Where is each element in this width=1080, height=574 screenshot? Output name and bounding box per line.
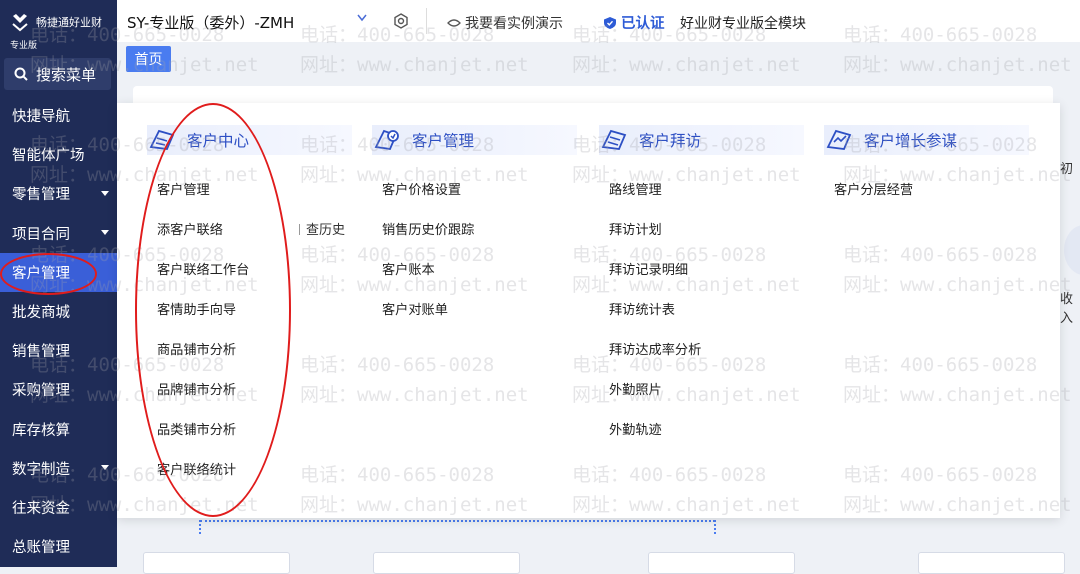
chevron-down-icon[interactable]: [357, 14, 367, 22]
shield-icon: [604, 16, 616, 29]
flow-node: [373, 552, 520, 574]
menu-item[interactable]: 拜访达成率分析: [609, 339, 701, 358]
caret-down-icon: [101, 190, 109, 196]
brand-name: 畅捷通好业财: [36, 16, 102, 29]
sidebar-item-label: 项目合同: [12, 226, 70, 243]
flow-connector: [199, 520, 201, 534]
sidebar-item[interactable]: 销售管理: [0, 331, 117, 370]
sidebar-item-label: 快捷导航: [12, 109, 70, 126]
caret-down-icon: [101, 465, 109, 471]
history-label: 查历史: [299, 219, 345, 238]
flow-node: [648, 552, 795, 574]
sidebar-item[interactable]: 总账管理: [0, 527, 117, 566]
watermark-site: 网址：www.chanjet.net: [843, 54, 1072, 76]
menu-item[interactable]: 外勤轨迹: [609, 419, 662, 438]
sidebar-item-label: 总账管理: [12, 540, 70, 557]
brand-logo-icon: [12, 14, 28, 32]
menu-item[interactable]: 客户联络统计: [157, 459, 236, 478]
column-header: 客户增长参谋: [824, 125, 1029, 155]
gear-icon[interactable]: [393, 13, 409, 29]
certified-label: 已认证: [621, 16, 665, 32]
column-title: 客户管理: [412, 132, 475, 150]
menu-item[interactable]: 添客户联络: [157, 219, 223, 238]
tab-home[interactable]: 首页: [126, 46, 171, 72]
customer-visit-icon: [601, 129, 627, 150]
flow-connector: [714, 520, 716, 534]
brand: 畅捷通好业财 专业版: [0, 0, 117, 55]
column-title: 客户中心: [187, 132, 250, 150]
column-title: 客户拜访: [639, 132, 702, 150]
menu-item[interactable]: 品类铺市分析: [157, 419, 236, 438]
sidebar-item[interactable]: 客户管理: [0, 252, 117, 292]
menu-item[interactable]: 客户账本: [382, 259, 435, 278]
flow-node: [918, 552, 1065, 574]
sidebar-item[interactable]: 智能体广场: [0, 135, 117, 174]
menu-item[interactable]: 客户价格设置: [382, 179, 461, 198]
menu-item[interactable]: 拜访计划: [609, 219, 662, 238]
flow-connector: [200, 520, 715, 522]
menu-item[interactable]: 客户分层经营: [834, 179, 913, 198]
top-bar: SY-专业版（委外）-ZMH 我要看实例演示 已认证 好业财专业版全模块: [117, 0, 1080, 42]
sidebar-item[interactable]: 批发商城: [0, 292, 117, 331]
sidebar-item-label: 零售管理: [12, 187, 70, 204]
account-title[interactable]: SY-专业版（委外）-ZMH: [127, 12, 294, 33]
customer-growth-icon: [826, 129, 852, 150]
sidebar-item-label: 数字制造: [12, 461, 70, 478]
certified-badge: 已认证: [603, 12, 665, 33]
sidebar-item[interactable]: 库存核算: [0, 410, 117, 449]
sidebar-item-label: 采购管理: [12, 383, 70, 400]
sidebar-item-label: 批发商城: [12, 305, 70, 322]
flow-node: [143, 552, 290, 574]
demo-link[interactable]: 我要看实例演示: [447, 13, 563, 33]
menu-item[interactable]: 客情助手向导: [157, 299, 236, 318]
menu-item[interactable]: 品牌铺市分析: [157, 379, 236, 398]
sidebar-item-label: 销售管理: [12, 344, 70, 361]
search-menu-button[interactable]: 搜索菜单: [4, 58, 111, 90]
search-icon: [14, 67, 28, 81]
column-header: 客户中心: [147, 125, 352, 155]
module-label: 好业财专业版全模块: [680, 16, 806, 32]
sidebar-item-label: 智能体广场: [12, 148, 85, 165]
watermark-site: 网址：www.chanjet.net: [300, 54, 529, 76]
customer-center-icon: [149, 129, 175, 150]
background-circle: [1064, 225, 1080, 275]
column-header: 客户拜访: [599, 125, 804, 155]
caret-down-icon: [101, 230, 109, 236]
sidebar-item[interactable]: 项目合同: [0, 214, 117, 253]
sidebar-item-label: 往来资金: [12, 500, 70, 517]
customer-management-icon: [374, 129, 399, 150]
menu-item[interactable]: 客户管理: [157, 179, 210, 198]
sidebar-nav: 快捷导航智能体广场零售管理项目合同客户管理批发商城销售管理采购管理库存核算数字制…: [0, 96, 117, 566]
column-header: 客户管理: [372, 125, 577, 155]
menu-item[interactable]: 拜访统计表: [609, 299, 675, 318]
column-title: 客户增长参谋: [864, 132, 958, 150]
customer-menu-panel: 查历史 客户中心 客户管理 添客户联络 客户联络工作台 客情助手向导 商品铺市分析 品牌铺市…: [117, 103, 1060, 518]
sidebar-item[interactable]: 往来资金: [0, 488, 117, 527]
divider: [426, 8, 427, 34]
background-text: 收入: [1060, 292, 1074, 326]
demo-label: 我要看实例演示: [465, 16, 563, 32]
sidebar-item[interactable]: 采购管理: [0, 370, 117, 409]
menu-item[interactable]: 外勤照片: [609, 379, 662, 398]
menu-item[interactable]: 商品铺市分析: [157, 339, 236, 358]
sidebar: 畅捷通好业财 专业版 搜索菜单 快捷导航智能体广场零售管理项目合同客户管理批发商…: [0, 0, 117, 567]
watermark-site: 网址：www.chanjet.net: [572, 54, 801, 76]
background-text: 初: [1060, 162, 1074, 177]
sidebar-item[interactable]: 零售管理: [0, 174, 117, 213]
menu-item[interactable]: 拜访记录明细: [609, 259, 688, 278]
menu-item[interactable]: 销售历史价跟踪: [382, 219, 474, 238]
sidebar-item[interactable]: 数字制造: [0, 449, 117, 488]
sidebar-item[interactable]: 快捷导航: [0, 96, 117, 135]
sidebar-item-label: 库存核算: [12, 422, 70, 439]
eye-icon: [447, 19, 461, 27]
search-menu-label: 搜索菜单: [36, 65, 97, 84]
menu-item[interactable]: 路线管理: [609, 179, 662, 198]
brand-edition: 专业版: [10, 41, 38, 51]
sidebar-item-label: 客户管理: [12, 265, 70, 282]
menu-item[interactable]: 客户联络工作台: [157, 259, 249, 278]
menu-item[interactable]: 客户对账单: [382, 299, 448, 318]
